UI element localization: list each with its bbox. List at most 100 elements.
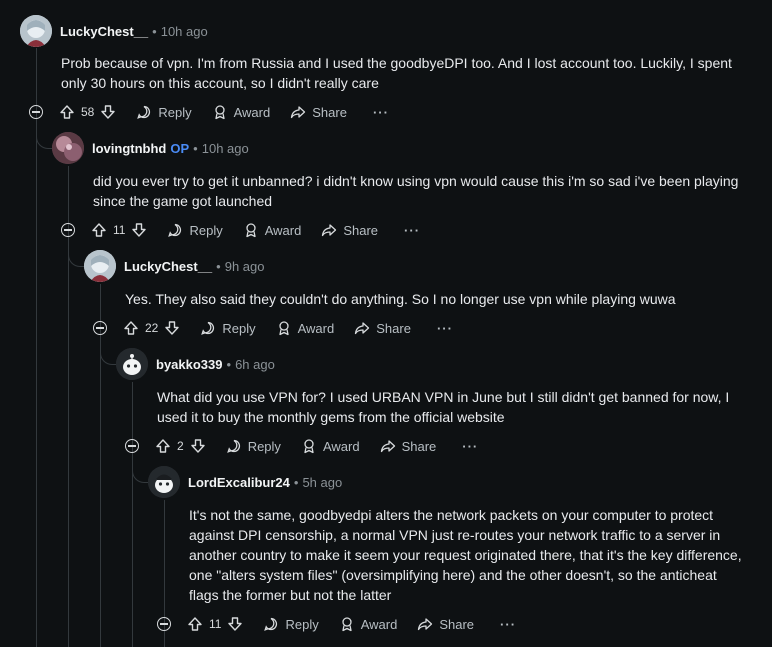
award-button[interactable]: Award [339,616,398,632]
timestamp[interactable]: 10h ago [202,141,249,156]
collapse-button[interactable] [157,617,171,631]
downvote-icon[interactable] [227,616,243,632]
reply-button[interactable]: Reply [226,438,281,454]
vote-group: 11 [91,222,147,238]
vote-score: 2 [177,439,184,453]
avatar[interactable] [52,132,84,164]
more-options-button[interactable]: ··· [404,223,420,238]
downvote-icon[interactable] [131,222,147,238]
upvote-icon[interactable] [123,320,139,336]
comment-body: Prob because of vpn. I'm from Russia and… [61,55,732,91]
award-icon [278,321,289,336]
reply-button[interactable]: Reply [167,222,223,238]
reply-icon [137,105,151,119]
vote-score: 11 [209,617,222,631]
share-button[interactable]: Share [290,104,347,120]
reply-label: Reply [158,104,192,120]
avatar[interactable] [84,250,116,282]
downvote-icon[interactable] [190,438,206,454]
award-label: Award [322,438,360,454]
vote-group: 2 [155,438,206,454]
downvote-icon[interactable] [100,104,116,120]
comment-body: What did you use VPN for? I used URBAN V… [157,389,730,425]
share-label: Share [376,320,411,336]
share-label: Share [439,616,475,632]
share-icon [380,440,395,453]
vote-group: 22 [123,320,180,336]
reply-icon [264,617,278,631]
author-name[interactable]: LuckyChest__ [60,24,148,39]
share-button[interactable]: Share [321,222,378,238]
upvote-icon[interactable] [155,438,171,454]
award-button[interactable]: Award [243,222,302,238]
vote-group: 11 [187,616,243,632]
share-icon [291,106,306,119]
avatar[interactable] [20,15,52,47]
timestamp[interactable]: 5h ago [302,475,342,490]
share-icon [322,224,337,237]
comment-header: byakko339 • 6h ago [116,348,275,380]
timestamp[interactable]: 10h ago [161,24,208,39]
comment-actions: 58 Reply Award Share ··· [29,100,389,124]
thread-elbow [100,338,117,365]
author-name[interactable]: lovingtnbhd [92,141,166,156]
comment-actions: 22 Reply Award Share ··· [93,316,453,340]
more-options-button[interactable]: ··· [437,321,453,336]
reply-button[interactable]: Reply [263,616,319,632]
separator: • [152,23,157,39]
more-options-button[interactable]: ··· [462,439,478,454]
reply-label: Reply [247,438,281,454]
more-options-button[interactable]: ··· [373,105,389,120]
award-label: Award [360,616,398,632]
separator: • [226,356,232,372]
author-name[interactable]: LuckyChest__ [124,259,212,274]
downvote-icon[interactable] [164,320,180,336]
reply-button[interactable]: Reply [136,104,192,120]
upvote-icon[interactable] [59,104,75,120]
award-label: Award [264,222,302,238]
comment-body: did you ever try to get it unbanned? i d… [93,173,739,209]
reply-label: Reply [189,222,223,238]
vote-score: 22 [145,321,159,335]
reply-icon [226,439,240,453]
vote-score: 58 [81,105,95,119]
comment-header: lovingtnbhd OP • 10h ago [52,132,249,164]
avatar[interactable] [148,466,180,498]
comment-body: It's not the same, goodbyedpi alters the… [189,507,742,603]
reply-label: Reply [222,320,256,336]
more-options-button[interactable]: ··· [500,617,516,632]
award-button[interactable]: Award [276,320,334,336]
award-label: Award [233,104,271,120]
avatar[interactable] [116,348,148,380]
share-icon [355,322,370,335]
collapse-button[interactable] [61,223,75,237]
timestamp[interactable]: 9h ago [225,259,265,274]
collapse-button[interactable] [93,321,107,335]
award-icon [214,105,225,120]
upvote-icon[interactable] [91,222,107,238]
collapse-button[interactable] [125,439,139,453]
collapse-button[interactable] [29,105,43,119]
vote-score: 11 [113,223,126,237]
reply-button[interactable]: Reply [200,320,256,336]
separator: • [216,258,221,274]
timestamp[interactable]: 6h ago [235,357,275,372]
op-badge: OP [170,140,190,156]
comment-actions: 11 Reply Award Share ··· [61,218,420,242]
award-button[interactable]: Award [301,438,360,454]
share-label: Share [343,222,379,238]
author-name[interactable]: byakko339 [156,357,223,372]
reply-icon [201,321,215,335]
share-button[interactable]: Share [354,320,411,336]
comment-body: Yes. They also said they couldn't do any… [125,291,676,307]
share-button[interactable]: Share [380,438,436,454]
thread-elbow [36,122,53,149]
thread-line [132,382,133,647]
share-button[interactable]: Share [417,616,474,632]
upvote-icon[interactable] [187,616,203,632]
share-label: Share [312,104,347,120]
award-button[interactable]: Award [212,104,271,120]
comment-actions: 2 Reply Award Share ··· [125,434,478,458]
comment-header: LordExcalibur24 • 5h ago [148,466,342,498]
author-name[interactable]: LordExcalibur24 [188,475,290,490]
